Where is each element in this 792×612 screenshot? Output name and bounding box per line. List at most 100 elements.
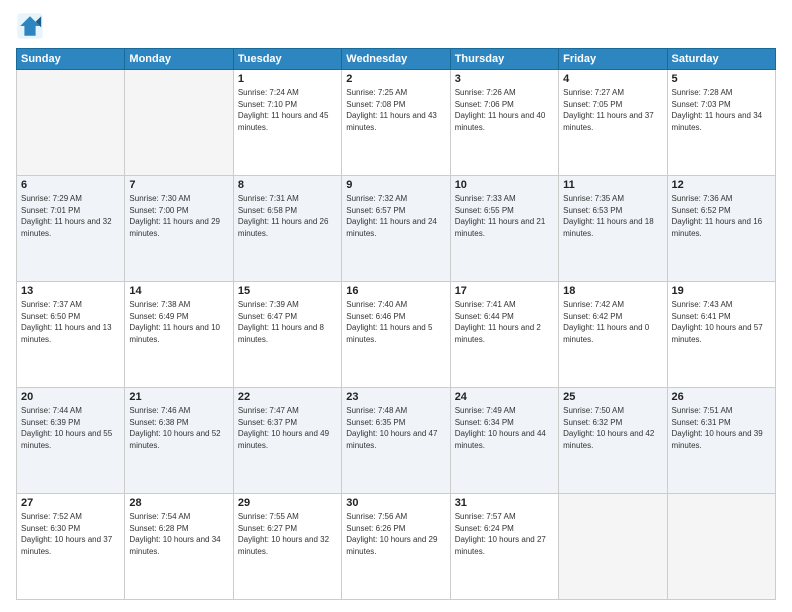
day-number: 5: [672, 73, 771, 85]
day-info: Sunrise: 7:27 AMSunset: 7:05 PMDaylight:…: [563, 87, 662, 133]
day-info: Sunrise: 7:28 AMSunset: 7:03 PMDaylight:…: [672, 87, 771, 133]
day-info: Sunrise: 7:46 AMSunset: 6:38 PMDaylight:…: [129, 405, 228, 451]
calendar-cell: 25 Sunrise: 7:50 AMSunset: 6:32 PMDayligh…: [559, 388, 667, 494]
day-number: 2: [346, 73, 445, 85]
day-number: 1: [238, 73, 337, 85]
calendar-cell: 22 Sunrise: 7:47 AMSunset: 6:37 PMDayligh…: [233, 388, 341, 494]
day-number: 29: [238, 497, 337, 509]
day-number: 24: [455, 391, 554, 403]
day-info: Sunrise: 7:40 AMSunset: 6:46 PMDaylight:…: [346, 299, 445, 345]
calendar-cell: 30Sunrise: 7:56 AMSunset: 6:26 PMDayligh…: [342, 494, 450, 600]
calendar-cell: 23Sunrise: 7:48 AMSunset: 6:35 PMDayligh…: [342, 388, 450, 494]
day-info: Sunrise: 7:32 AMSunset: 6:57 PMDaylight:…: [346, 193, 445, 239]
day-number: 9: [346, 179, 445, 191]
calendar-cell: 17 Sunrise: 7:41 AMSunset: 6:44 PMDayligh…: [450, 282, 558, 388]
calendar-cell: 13 Sunrise: 7:37 AMSunset: 6:50 PMDayligh…: [17, 282, 125, 388]
day-info: Sunrise: 7:29 AMSunset: 7:01 PMDaylight:…: [21, 193, 120, 239]
calendar-cell: [17, 70, 125, 176]
day-info: Sunrise: 7:26 AMSunset: 7:06 PMDaylight:…: [455, 87, 554, 133]
day-info: Sunrise: 7:25 AMSunset: 7:08 PMDaylight:…: [346, 87, 445, 133]
day-info: Sunrise: 7:50 AMSunset: 6:32 PMDaylight:…: [563, 405, 662, 451]
day-number: 17: [455, 285, 554, 297]
calendar-cell: [559, 494, 667, 600]
day-info: Sunrise: 7:41 AMSunset: 6:44 PMDaylight:…: [455, 299, 554, 345]
day-info: Sunrise: 7:57 AMSunset: 6:24 PMDaylight:…: [455, 511, 554, 557]
calendar-cell: 12 Sunrise: 7:36 AMSunset: 6:52 PMDayligh…: [667, 176, 775, 282]
day-info: Sunrise: 7:42 AMSunset: 6:42 PMDaylight:…: [563, 299, 662, 345]
day-number: 22: [238, 391, 337, 403]
day-number: 19: [672, 285, 771, 297]
day-number: 13: [21, 285, 120, 297]
day-number: 23: [346, 391, 445, 403]
day-number: 27: [21, 497, 120, 509]
day-number: 15: [238, 285, 337, 297]
calendar-cell: 4 Sunrise: 7:27 AMSunset: 7:05 PMDaylight…: [559, 70, 667, 176]
calendar-cell: 8 Sunrise: 7:31 AMSunset: 6:58 PMDaylight…: [233, 176, 341, 282]
calendar-cell: 6 Sunrise: 7:29 AMSunset: 7:01 PMDaylight…: [17, 176, 125, 282]
calendar-cell: 27Sunrise: 7:52 AMSunset: 6:30 PMDayligh…: [17, 494, 125, 600]
day-info: Sunrise: 7:44 AMSunset: 6:39 PMDaylight:…: [21, 405, 120, 451]
day-number: 25: [563, 391, 662, 403]
day-number: 7: [129, 179, 228, 191]
day-info: Sunrise: 7:38 AMSunset: 6:49 PMDaylight:…: [129, 299, 228, 345]
calendar-cell: 28 Sunrise: 7:54 AMSunset: 6:28 PMDayligh…: [125, 494, 233, 600]
calendar-week-row: 6 Sunrise: 7:29 AMSunset: 7:01 PMDaylight…: [17, 176, 776, 282]
calendar-cell: 19 Sunrise: 7:43 AMSunset: 6:41 PMDayligh…: [667, 282, 775, 388]
day-info: Sunrise: 7:31 AMSunset: 6:58 PMDaylight:…: [238, 193, 337, 239]
day-number: 30: [346, 497, 445, 509]
col-wednesday: Wednesday: [342, 49, 450, 70]
calendar-cell: 29 Sunrise: 7:55 AMSunset: 6:27 PMDayligh…: [233, 494, 341, 600]
day-info: Sunrise: 7:47 AMSunset: 6:37 PMDaylight:…: [238, 405, 337, 451]
calendar: Sunday Monday Tuesday Wednesday Thursday…: [16, 48, 776, 600]
day-number: 12: [672, 179, 771, 191]
day-info: Sunrise: 7:39 AMSunset: 6:47 PMDaylight:…: [238, 299, 337, 345]
calendar-cell: [667, 494, 775, 600]
calendar-week-row: 20 Sunrise: 7:44 AMSunset: 6:39 PMDayligh…: [17, 388, 776, 494]
calendar-cell: 14Sunrise: 7:38 AMSunset: 6:49 PMDayligh…: [125, 282, 233, 388]
calendar-cell: [125, 70, 233, 176]
calendar-week-row: 27Sunrise: 7:52 AMSunset: 6:30 PMDayligh…: [17, 494, 776, 600]
day-number: 26: [672, 391, 771, 403]
col-saturday: Saturday: [667, 49, 775, 70]
day-number: 6: [21, 179, 120, 191]
day-info: Sunrise: 7:43 AMSunset: 6:41 PMDaylight:…: [672, 299, 771, 345]
day-info: Sunrise: 7:37 AMSunset: 6:50 PMDaylight:…: [21, 299, 120, 345]
calendar-header-row: Sunday Monday Tuesday Wednesday Thursday…: [17, 49, 776, 70]
calendar-cell: 10 Sunrise: 7:33 AMSunset: 6:55 PMDayligh…: [450, 176, 558, 282]
logo-icon: [16, 12, 44, 40]
calendar-week-row: 13 Sunrise: 7:37 AMSunset: 6:50 PMDayligh…: [17, 282, 776, 388]
day-number: 4: [563, 73, 662, 85]
day-info: Sunrise: 7:33 AMSunset: 6:55 PMDaylight:…: [455, 193, 554, 239]
day-number: 28: [129, 497, 228, 509]
calendar-cell: 31Sunrise: 7:57 AMSunset: 6:24 PMDayligh…: [450, 494, 558, 600]
col-friday: Friday: [559, 49, 667, 70]
day-number: 10: [455, 179, 554, 191]
col-tuesday: Tuesday: [233, 49, 341, 70]
calendar-cell: 2 Sunrise: 7:25 AMSunset: 7:08 PMDaylight…: [342, 70, 450, 176]
day-info: Sunrise: 7:30 AMSunset: 7:00 PMDaylight:…: [129, 193, 228, 239]
day-info: Sunrise: 7:35 AMSunset: 6:53 PMDaylight:…: [563, 193, 662, 239]
calendar-cell: 18 Sunrise: 7:42 AMSunset: 6:42 PMDayligh…: [559, 282, 667, 388]
calendar-cell: 26 Sunrise: 7:51 AMSunset: 6:31 PMDayligh…: [667, 388, 775, 494]
calendar-cell: 9 Sunrise: 7:32 AMSunset: 6:57 PMDaylight…: [342, 176, 450, 282]
calendar-cell: 21 Sunrise: 7:46 AMSunset: 6:38 PMDayligh…: [125, 388, 233, 494]
calendar-cell: 3 Sunrise: 7:26 AMSunset: 7:06 PMDaylight…: [450, 70, 558, 176]
calendar-cell: 5 Sunrise: 7:28 AMSunset: 7:03 PMDaylight…: [667, 70, 775, 176]
day-info: Sunrise: 7:51 AMSunset: 6:31 PMDaylight:…: [672, 405, 771, 451]
day-number: 18: [563, 285, 662, 297]
calendar-cell: 20 Sunrise: 7:44 AMSunset: 6:39 PMDayligh…: [17, 388, 125, 494]
day-number: 8: [238, 179, 337, 191]
day-number: 20: [21, 391, 120, 403]
day-number: 11: [563, 179, 662, 191]
calendar-cell: 24Sunrise: 7:49 AMSunset: 6:34 PMDayligh…: [450, 388, 558, 494]
calendar-cell: 15 Sunrise: 7:39 AMSunset: 6:47 PMDayligh…: [233, 282, 341, 388]
col-monday: Monday: [125, 49, 233, 70]
day-info: Sunrise: 7:55 AMSunset: 6:27 PMDaylight:…: [238, 511, 337, 557]
col-thursday: Thursday: [450, 49, 558, 70]
day-number: 21: [129, 391, 228, 403]
day-number: 3: [455, 73, 554, 85]
page: Sunday Monday Tuesday Wednesday Thursday…: [0, 0, 792, 612]
day-info: Sunrise: 7:36 AMSunset: 6:52 PMDaylight:…: [672, 193, 771, 239]
day-info: Sunrise: 7:54 AMSunset: 6:28 PMDaylight:…: [129, 511, 228, 557]
day-number: 16: [346, 285, 445, 297]
